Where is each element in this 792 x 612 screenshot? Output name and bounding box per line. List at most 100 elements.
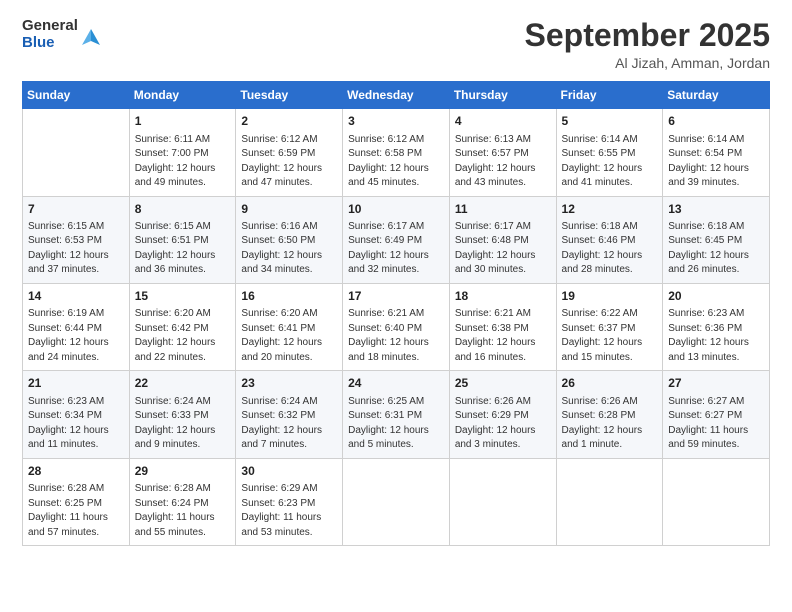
day-info: Sunrise: 6:24 AMSunset: 6:33 PMDaylight:… — [135, 395, 231, 453]
calendar-cell: 4 Sunrise: 6:13 AMSunset: 6:57 PMDaylight… — [449, 109, 556, 196]
day-number: 1 — [135, 113, 231, 130]
day-number: 26 — [562, 375, 658, 392]
weekday-header-friday: Friday — [556, 82, 663, 109]
day-info: Sunrise: 6:21 AMSunset: 6:40 PMDaylight:… — [348, 307, 444, 365]
title-block: September 2025 Al Jizah, Amman, Jordan — [525, 18, 770, 71]
calendar-cell: 19 Sunrise: 6:22 AMSunset: 6:37 PMDayligh… — [556, 283, 663, 370]
calendar-week-3: 14 Sunrise: 6:19 AMSunset: 6:44 PMDayligh… — [23, 283, 770, 370]
logo-text: General Blue — [22, 18, 78, 51]
calendar-week-2: 7 Sunrise: 6:15 AMSunset: 6:53 PMDaylight… — [23, 196, 770, 283]
weekday-header-sunday: Sunday — [23, 82, 130, 109]
day-number: 25 — [455, 375, 551, 392]
day-number: 12 — [562, 201, 658, 218]
day-number: 20 — [668, 288, 764, 305]
weekday-header-monday: Monday — [129, 82, 236, 109]
day-number: 16 — [241, 288, 337, 305]
day-number: 9 — [241, 201, 337, 218]
day-info: Sunrise: 6:16 AMSunset: 6:50 PMDaylight:… — [241, 220, 337, 278]
day-info: Sunrise: 6:27 AMSunset: 6:27 PMDaylight:… — [668, 395, 764, 453]
day-info: Sunrise: 6:15 AMSunset: 6:51 PMDaylight:… — [135, 220, 231, 278]
day-info: Sunrise: 6:13 AMSunset: 6:57 PMDaylight:… — [455, 133, 551, 191]
calendar-cell: 25 Sunrise: 6:26 AMSunset: 6:29 PMDayligh… — [449, 371, 556, 458]
calendar-cell: 10 Sunrise: 6:17 AMSunset: 6:49 PMDayligh… — [343, 196, 450, 283]
calendar-cell: 2Sunrise: 6:12 AMSunset: 6:59 PMDaylight… — [236, 109, 343, 196]
calendar-cell: 26Sunrise: 6:26 AMSunset: 6:28 PMDayligh… — [556, 371, 663, 458]
calendar-cell — [343, 458, 450, 545]
day-info: Sunrise: 6:26 AMSunset: 6:29 PMDaylight:… — [455, 395, 551, 453]
day-info: Sunrise: 6:20 AMSunset: 6:41 PMDaylight:… — [241, 307, 337, 365]
day-number: 17 — [348, 288, 444, 305]
day-number: 29 — [135, 463, 231, 480]
day-info: Sunrise: 6:14 AMSunset: 6:55 PMDaylight:… — [562, 133, 658, 191]
calendar-cell: 3 Sunrise: 6:12 AMSunset: 6:58 PMDaylight… — [343, 109, 450, 196]
calendar-cell: 13 Sunrise: 6:18 AMSunset: 6:45 PMDayligh… — [663, 196, 770, 283]
day-info: Sunrise: 6:17 AMSunset: 6:48 PMDaylight:… — [455, 220, 551, 278]
day-number: 4 — [455, 113, 551, 130]
calendar-cell: 15Sunrise: 6:20 AMSunset: 6:42 PMDayligh… — [129, 283, 236, 370]
day-number: 27 — [668, 375, 764, 392]
day-number: 15 — [135, 288, 231, 305]
weekday-header-row: SundayMondayTuesdayWednesdayThursdayFrid… — [23, 82, 770, 109]
calendar-cell: 5 Sunrise: 6:14 AMSunset: 6:55 PMDaylight… — [556, 109, 663, 196]
day-info: Sunrise: 6:21 AMSunset: 6:38 PMDaylight:… — [455, 307, 551, 365]
weekday-header-thursday: Thursday — [449, 82, 556, 109]
calendar-week-1: 1 Sunrise: 6:11 AMSunset: 7:00 PMDaylight… — [23, 109, 770, 196]
day-info: Sunrise: 6:19 AMSunset: 6:44 PMDaylight:… — [28, 307, 124, 365]
calendar-table: SundayMondayTuesdayWednesdayThursdayFrid… — [22, 81, 770, 546]
calendar-cell: 24Sunrise: 6:25 AMSunset: 6:31 PMDayligh… — [343, 371, 450, 458]
day-number: 23 — [241, 375, 337, 392]
day-info: Sunrise: 6:24 AMSunset: 6:32 PMDaylight:… — [241, 395, 337, 453]
calendar-cell — [556, 458, 663, 545]
day-info: Sunrise: 6:18 AMSunset: 6:45 PMDaylight:… — [668, 220, 764, 278]
logo: General Blue — [22, 18, 102, 51]
day-number: 21 — [28, 375, 124, 392]
day-number: 11 — [455, 201, 551, 218]
day-info: Sunrise: 6:28 AMSunset: 6:24 PMDaylight:… — [135, 482, 231, 540]
day-info: Sunrise: 6:28 AMSunset: 6:25 PMDaylight:… — [28, 482, 124, 540]
calendar-cell: 12 Sunrise: 6:18 AMSunset: 6:46 PMDayligh… — [556, 196, 663, 283]
calendar-cell: 14 Sunrise: 6:19 AMSunset: 6:44 PMDayligh… — [23, 283, 130, 370]
day-info: Sunrise: 6:22 AMSunset: 6:37 PMDaylight:… — [562, 307, 658, 365]
calendar-cell: 29 Sunrise: 6:28 AMSunset: 6:24 PMDayligh… — [129, 458, 236, 545]
calendar-cell: 9 Sunrise: 6:16 AMSunset: 6:50 PMDaylight… — [236, 196, 343, 283]
weekday-header-tuesday: Tuesday — [236, 82, 343, 109]
day-info: Sunrise: 6:14 AMSunset: 6:54 PMDaylight:… — [668, 133, 764, 191]
day-info: Sunrise: 6:15 AMSunset: 6:53 PMDaylight:… — [28, 220, 124, 278]
day-number: 24 — [348, 375, 444, 392]
day-number: 3 — [348, 113, 444, 130]
day-number: 13 — [668, 201, 764, 218]
calendar-cell — [23, 109, 130, 196]
day-info: Sunrise: 6:17 AMSunset: 6:49 PMDaylight:… — [348, 220, 444, 278]
day-info: Sunrise: 6:11 AMSunset: 7:00 PMDaylight:… — [135, 133, 231, 191]
calendar-cell: 27 Sunrise: 6:27 AMSunset: 6:27 PMDayligh… — [663, 371, 770, 458]
calendar-cell: 22Sunrise: 6:24 AMSunset: 6:33 PMDayligh… — [129, 371, 236, 458]
calendar-cell: 30Sunrise: 6:29 AMSunset: 6:23 PMDayligh… — [236, 458, 343, 545]
day-number: 19 — [562, 288, 658, 305]
day-number: 7 — [28, 201, 124, 218]
day-info: Sunrise: 6:12 AMSunset: 6:58 PMDaylight:… — [348, 133, 444, 191]
day-number: 10 — [348, 201, 444, 218]
calendar-cell: 8Sunrise: 6:15 AMSunset: 6:51 PMDaylight… — [129, 196, 236, 283]
page-header: General Blue September 2025 Al Jizah, Am… — [22, 18, 770, 71]
day-number: 14 — [28, 288, 124, 305]
calendar-cell: 21Sunrise: 6:23 AMSunset: 6:34 PMDayligh… — [23, 371, 130, 458]
day-number: 6 — [668, 113, 764, 130]
day-number: 28 — [28, 463, 124, 480]
calendar-cell — [449, 458, 556, 545]
day-number: 5 — [562, 113, 658, 130]
calendar-cell — [663, 458, 770, 545]
calendar-week-4: 21Sunrise: 6:23 AMSunset: 6:34 PMDayligh… — [23, 371, 770, 458]
calendar-week-5: 28 Sunrise: 6:28 AMSunset: 6:25 PMDayligh… — [23, 458, 770, 545]
day-info: Sunrise: 6:18 AMSunset: 6:46 PMDaylight:… — [562, 220, 658, 278]
logo-sail-icon — [80, 27, 102, 49]
calendar-cell: 23 Sunrise: 6:24 AMSunset: 6:32 PMDayligh… — [236, 371, 343, 458]
calendar-cell: 17 Sunrise: 6:21 AMSunset: 6:40 PMDayligh… — [343, 283, 450, 370]
day-info: Sunrise: 6:23 AMSunset: 6:36 PMDaylight:… — [668, 307, 764, 365]
calendar-cell: 1 Sunrise: 6:11 AMSunset: 7:00 PMDaylight… — [129, 109, 236, 196]
calendar-cell: 11 Sunrise: 6:17 AMSunset: 6:48 PMDayligh… — [449, 196, 556, 283]
calendar-cell: 20 Sunrise: 6:23 AMSunset: 6:36 PMDayligh… — [663, 283, 770, 370]
day-number: 18 — [455, 288, 551, 305]
location: Al Jizah, Amman, Jordan — [525, 55, 770, 71]
calendar-cell: 28 Sunrise: 6:28 AMSunset: 6:25 PMDayligh… — [23, 458, 130, 545]
calendar-cell: 18 Sunrise: 6:21 AMSunset: 6:38 PMDayligh… — [449, 283, 556, 370]
